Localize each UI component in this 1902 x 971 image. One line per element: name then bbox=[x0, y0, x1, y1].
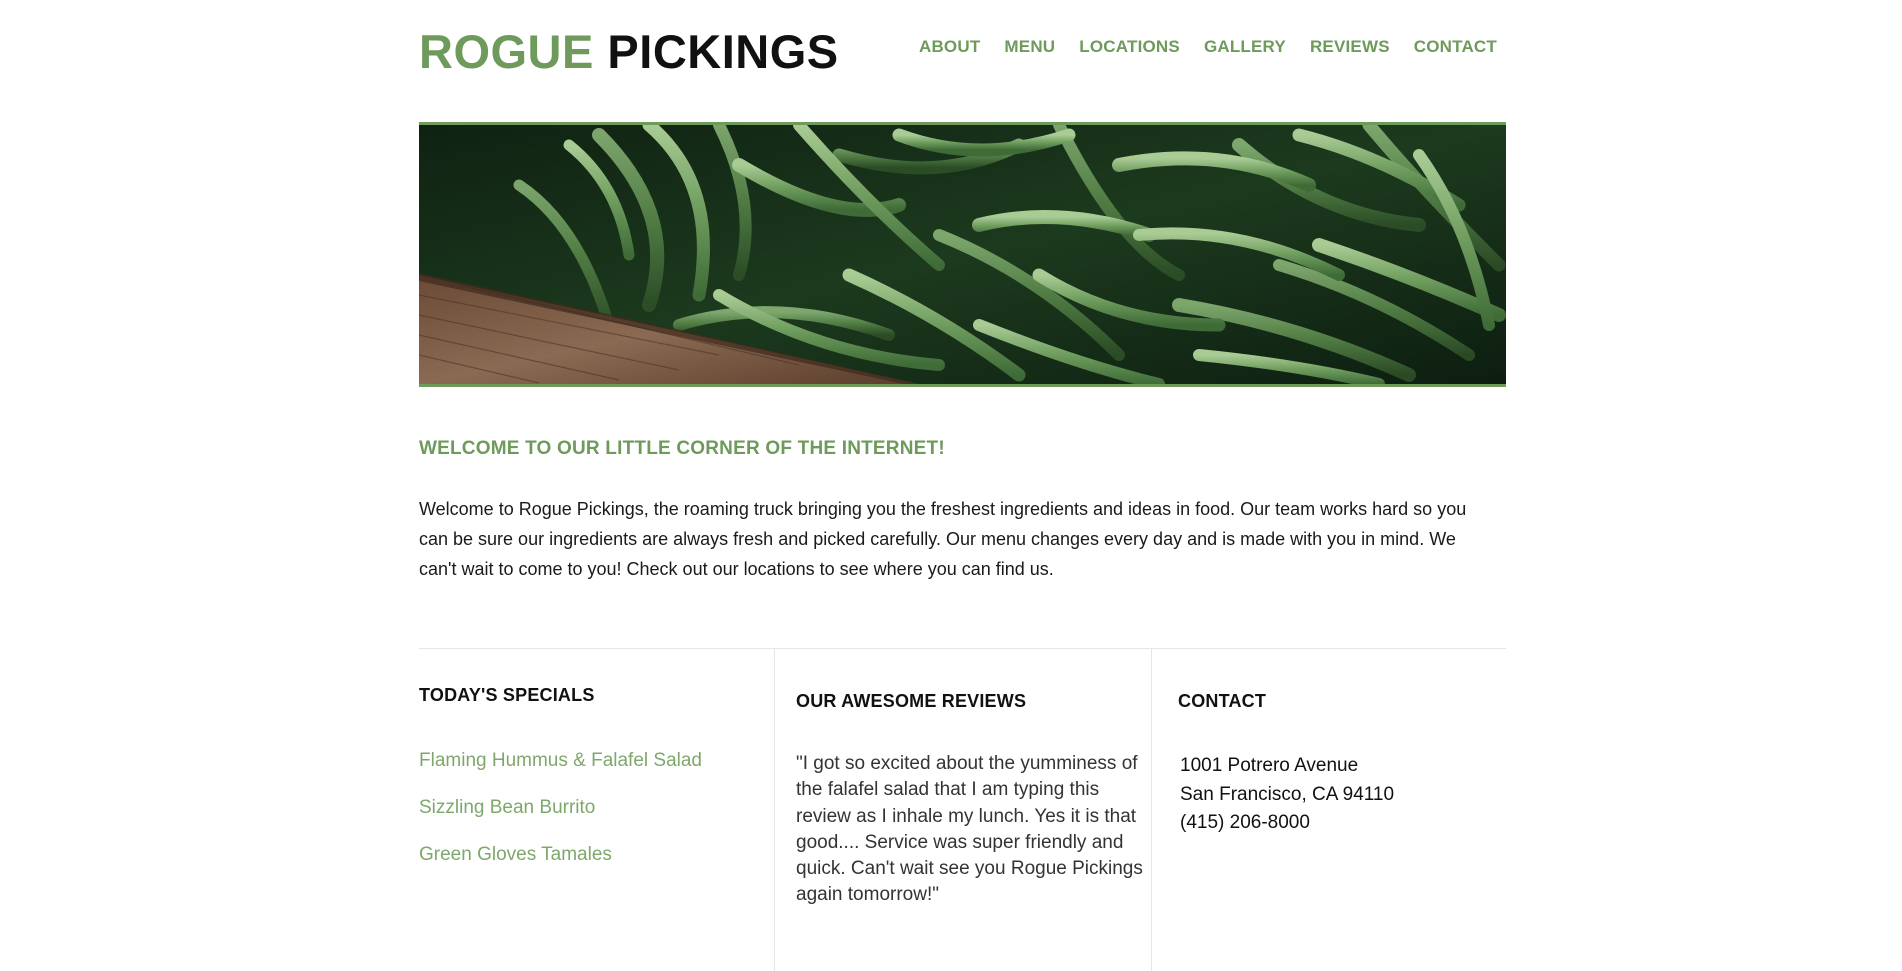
contact-address-line2: San Francisco, CA 94110 bbox=[1180, 783, 1395, 805]
specials-list: Flaming Hummus & Falafel Salad Sizzling … bbox=[419, 749, 702, 890]
reviews-column: OUR AWESOME REVIEWS "I got so excited ab… bbox=[774, 649, 1151, 971]
main-nav: ABOUT MENU LOCATIONS GALLERY REVIEWS CON… bbox=[895, 36, 1497, 58]
contact-column: CONTACT 1001 Potrero Avenue San Francisc… bbox=[1151, 649, 1506, 971]
contact-heading: CONTACT bbox=[1178, 691, 1267, 711]
contact-address-line1: 1001 Potrero Avenue bbox=[1180, 755, 1359, 776]
intro-heading: WELCOME TO OUR LITTLE CORNER OF THE INTE… bbox=[419, 438, 945, 459]
nav-link-menu[interactable]: MENU bbox=[1004, 36, 1055, 58]
site-header: ROGUE PICKINGS ABOUT MENU LOCATIONS GALL… bbox=[419, 0, 1506, 110]
site-logo[interactable]: ROGUE PICKINGS bbox=[419, 24, 839, 80]
nav-link-contact[interactable]: CONTACT bbox=[1414, 36, 1497, 58]
logo-accent-text: ROGUE bbox=[419, 25, 594, 78]
reviews-heading: OUR AWESOME REVIEWS bbox=[796, 691, 1027, 711]
hero-image-green-beans bbox=[419, 122, 1506, 387]
specials-heading: TODAY'S SPECIALS bbox=[419, 685, 595, 705]
info-columns: TODAY'S SPECIALS Flaming Hummus & Falafe… bbox=[419, 648, 1506, 971]
nav-link-gallery[interactable]: GALLERY bbox=[1204, 36, 1286, 58]
specials-column: TODAY'S SPECIALS Flaming Hummus & Falafe… bbox=[419, 649, 774, 971]
contact-info: 1001 Potrero Avenue San Francisco, CA 94… bbox=[1180, 752, 1394, 838]
nav-link-locations[interactable]: LOCATIONS bbox=[1079, 36, 1180, 58]
nav-link-reviews[interactable]: REVIEWS bbox=[1310, 36, 1390, 58]
hero-illustration bbox=[419, 125, 1506, 384]
intro-paragraph: Welcome to Rogue Pickings, the roaming t… bbox=[419, 499, 1467, 579]
review-quote: "I got so excited about the yumminess of… bbox=[796, 753, 1143, 906]
contact-phone[interactable]: (415) 206-8000 bbox=[1180, 809, 1394, 838]
special-item-1[interactable]: Flaming Hummus & Falafel Salad bbox=[419, 749, 702, 773]
special-item-2[interactable]: Sizzling Bean Burrito bbox=[419, 796, 702, 820]
special-item-3[interactable]: Green Gloves Tamales bbox=[419, 843, 702, 867]
logo-dark-text: PICKINGS bbox=[607, 25, 839, 78]
nav-link-about[interactable]: ABOUT bbox=[919, 36, 980, 58]
page: ROGUE PICKINGS ABOUT MENU LOCATIONS GALL… bbox=[419, 0, 1506, 971]
